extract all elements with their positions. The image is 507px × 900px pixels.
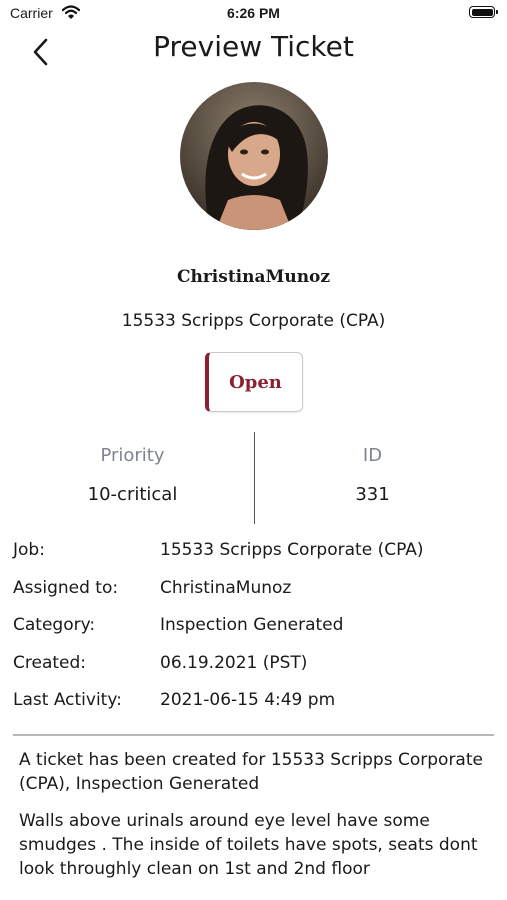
status-bar: Carrier 6:26 PM xyxy=(0,0,507,30)
battery-icon xyxy=(469,6,498,18)
detail-label: Assigned to: xyxy=(13,577,119,598)
id-label: ID xyxy=(362,445,383,466)
status-open-button[interactable]: Open xyxy=(205,352,303,412)
clock: 6:26 PM xyxy=(227,5,280,21)
detail-value: Inspection Generated xyxy=(160,615,344,635)
detail-label: Category: xyxy=(13,615,96,635)
detail-label: Created: xyxy=(13,652,87,673)
ticket-summary: A ticket has been created for 15533 Scri… xyxy=(19,750,483,794)
ticket-stats: Priority 10-critical ID 331 xyxy=(0,430,507,524)
detail-value: 2021-06-15 4:49 pm xyxy=(160,690,336,710)
page-title: Preview Ticket xyxy=(153,30,354,63)
priority-value: 10-critical xyxy=(87,484,178,505)
user-name: ChristinaMunoz xyxy=(176,267,331,287)
id-value: 331 xyxy=(355,484,390,505)
section-divider xyxy=(13,734,494,736)
priority-stat: Priority 10-critical xyxy=(6,430,259,505)
job-subtitle: 15533 Scripps Corporate (CPA) xyxy=(121,311,386,331)
status-label: Open xyxy=(229,371,282,393)
avatar xyxy=(180,82,328,230)
ticket-notes: Walls above urinals around eye level hav… xyxy=(19,811,478,879)
detail-row-created: Created: 06.19.2021 (PST) xyxy=(13,653,493,691)
detail-row-last-activity: Last Activity: 2021-06-15 4:49 pm xyxy=(13,690,493,728)
detail-row-category: Category: Inspection Generated xyxy=(13,615,493,653)
detail-value: 15533 Scripps Corporate (CPA) xyxy=(160,540,424,560)
ticket-details: Job: 15533 Scripps Corporate (CPA) Assig… xyxy=(13,540,493,728)
detail-value: 06.19.2021 (PST) xyxy=(160,652,308,673)
id-stat: ID 331 xyxy=(246,430,499,505)
detail-label: Last Activity: xyxy=(13,690,122,710)
priority-label: Priority xyxy=(100,445,165,466)
detail-value: ChristinaMunoz xyxy=(160,577,292,598)
ticket-description: A ticket has been created for 15533 Scri… xyxy=(19,748,494,894)
detail-row-job: Job: 15533 Scripps Corporate (CPA) xyxy=(13,540,493,578)
detail-row-assigned: Assigned to: ChristinaMunoz xyxy=(13,578,493,616)
detail-label: Job: xyxy=(13,540,45,560)
